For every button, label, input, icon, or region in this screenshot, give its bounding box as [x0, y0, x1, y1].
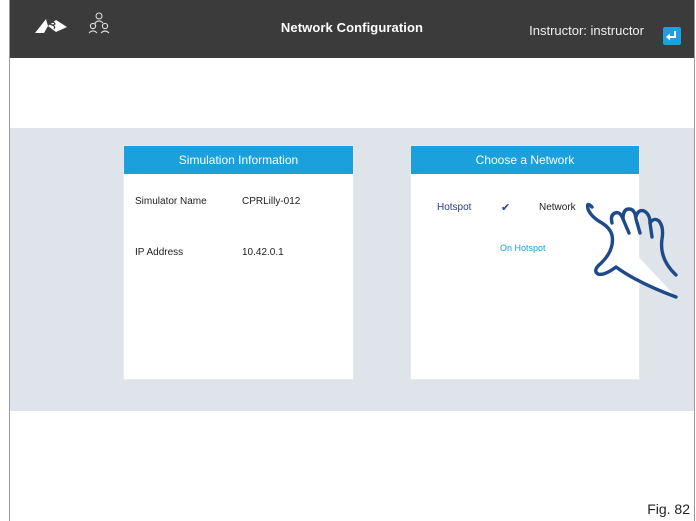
connection-status: On Hotspot: [500, 243, 546, 253]
choose-network-header: Choose a Network: [411, 146, 639, 174]
pointing-hand-icon: [585, 202, 678, 299]
check-mark-icon: ✔: [501, 202, 511, 214]
simulation-info-card: Simulation Information Simulator Name CP…: [124, 146, 353, 379]
hotspot-option[interactable]: Hotspot: [437, 202, 471, 213]
return-icon: [666, 31, 676, 41]
simulator-name-value: CPRLilly-012: [242, 196, 301, 207]
simulation-info-header: Simulation Information: [124, 146, 353, 174]
logout-button[interactable]: [663, 27, 681, 45]
network-option[interactable]: Network: [539, 202, 576, 213]
top-bar: Network Configuration Instructor: instru…: [10, 0, 694, 58]
user-label: Instructor: instructor: [529, 23, 644, 38]
ip-address-label: IP Address: [135, 247, 184, 258]
figure-label: Fig. 82: [647, 501, 690, 517]
ip-address-value: 10.42.0.1: [242, 247, 284, 258]
simulator-name-label: Simulator Name: [135, 196, 207, 207]
